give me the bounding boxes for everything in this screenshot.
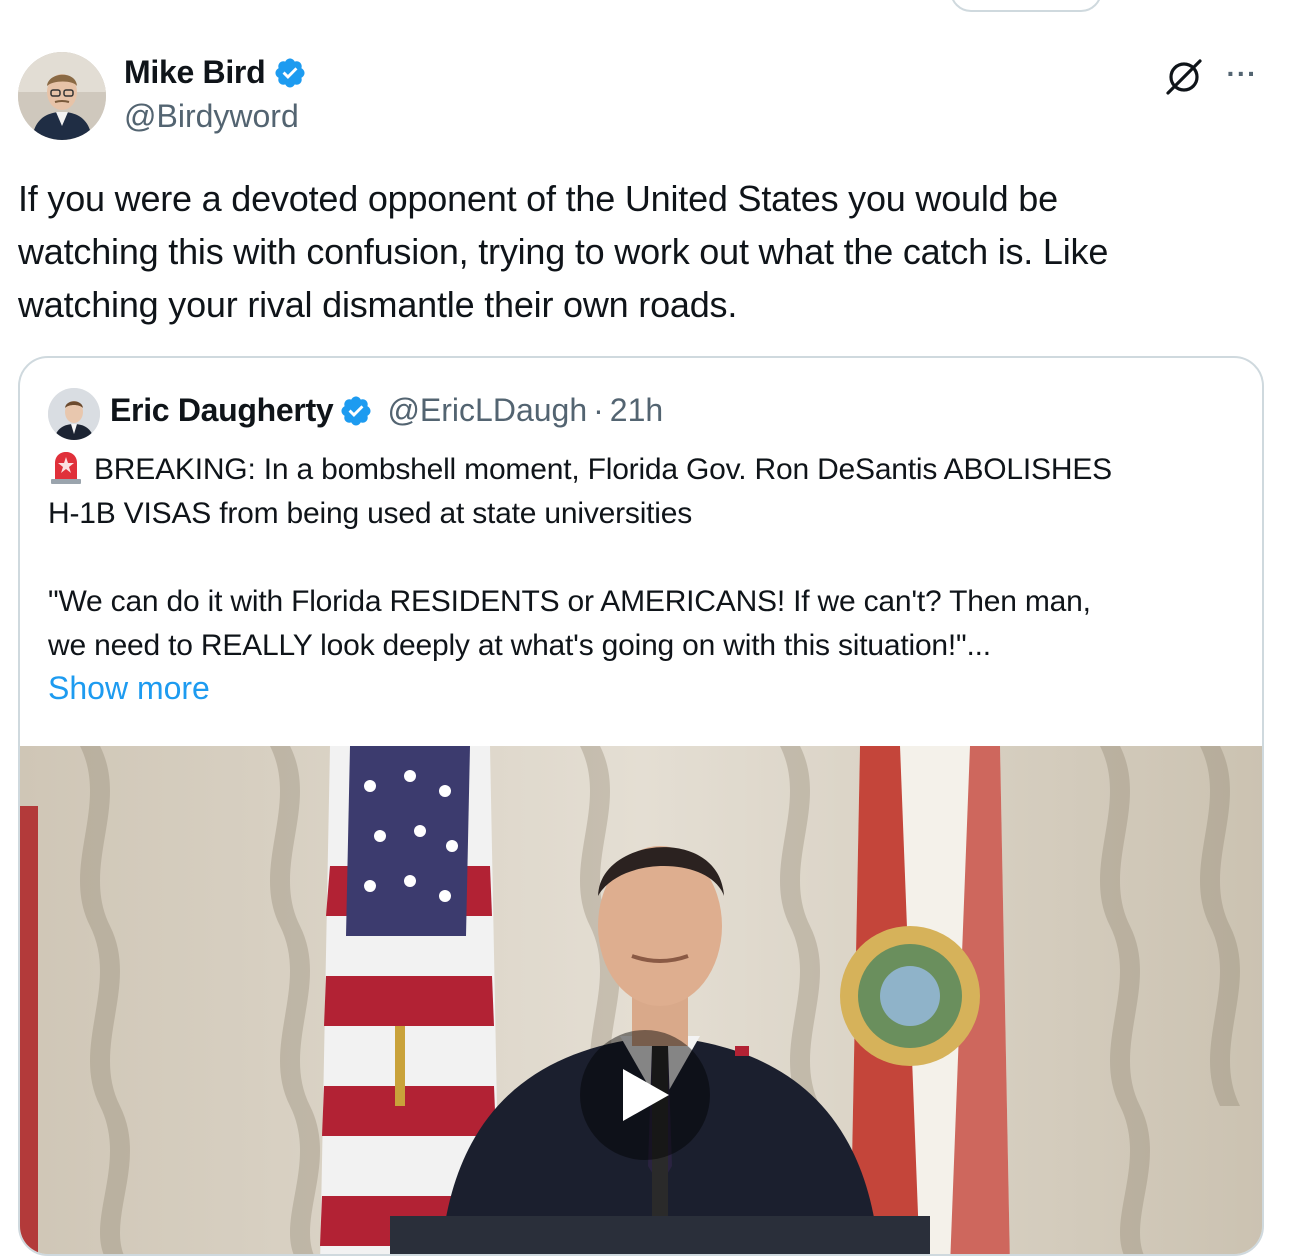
quote-text: BREAKING: In a bombshell moment, Florida… bbox=[48, 448, 1248, 668]
verified-badge-icon bbox=[341, 395, 371, 426]
quote-author-name[interactable]: Eric Daugherty bbox=[110, 392, 334, 429]
tweet-text: If you were a devoted opponent of the Un… bbox=[18, 178, 1109, 325]
avatar[interactable] bbox=[18, 52, 106, 140]
quote-header: Eric Daugherty @EricLDaugh · 21h bbox=[110, 392, 663, 429]
quote-timestamp[interactable]: 21h bbox=[610, 392, 663, 429]
quote-line-2: H-1B VISAS from being used at state univ… bbox=[48, 497, 693, 530]
avatar-image bbox=[18, 52, 106, 140]
quoted-tweet[interactable]: Eric Daugherty @EricLDaugh · 21h BREAKIN… bbox=[18, 356, 1264, 1256]
quote-author-handle[interactable]: @EricLDaugh bbox=[387, 392, 587, 429]
rotating-light-icon bbox=[51, 452, 81, 484]
author-name-row[interactable]: Mike Bird bbox=[124, 54, 307, 91]
play-icon bbox=[623, 1069, 669, 1121]
quote-line: BREAKING: In a bombshell moment, Florida… bbox=[48, 448, 1248, 492]
quote-avatar-image bbox=[48, 388, 100, 440]
grok-icon[interactable] bbox=[1164, 56, 1204, 96]
quote-line-3: "We can do it with Florida RESIDENTS or … bbox=[48, 585, 1091, 618]
author-handle[interactable]: @Birdyword bbox=[124, 98, 299, 135]
video-thumbnail bbox=[20, 746, 1262, 1254]
quote-avatar[interactable] bbox=[48, 388, 100, 440]
tweet: Mike Bird @Birdyword ··· If you were a d… bbox=[0, 0, 1294, 1256]
quote-line-4: we need to REALLY look deeply at what's … bbox=[48, 629, 991, 662]
show-more-link[interactable]: Show more bbox=[48, 670, 210, 707]
quote-line-1: BREAKING: In a bombshell moment, Florida… bbox=[94, 453, 1112, 486]
more-options-icon[interactable]: ··· bbox=[1222, 58, 1262, 90]
separator-dot: · bbox=[593, 392, 604, 428]
verified-badge-icon bbox=[275, 57, 305, 88]
play-button[interactable] bbox=[580, 1030, 710, 1160]
author-name[interactable]: Mike Bird bbox=[124, 54, 266, 91]
video-media[interactable] bbox=[20, 746, 1262, 1254]
